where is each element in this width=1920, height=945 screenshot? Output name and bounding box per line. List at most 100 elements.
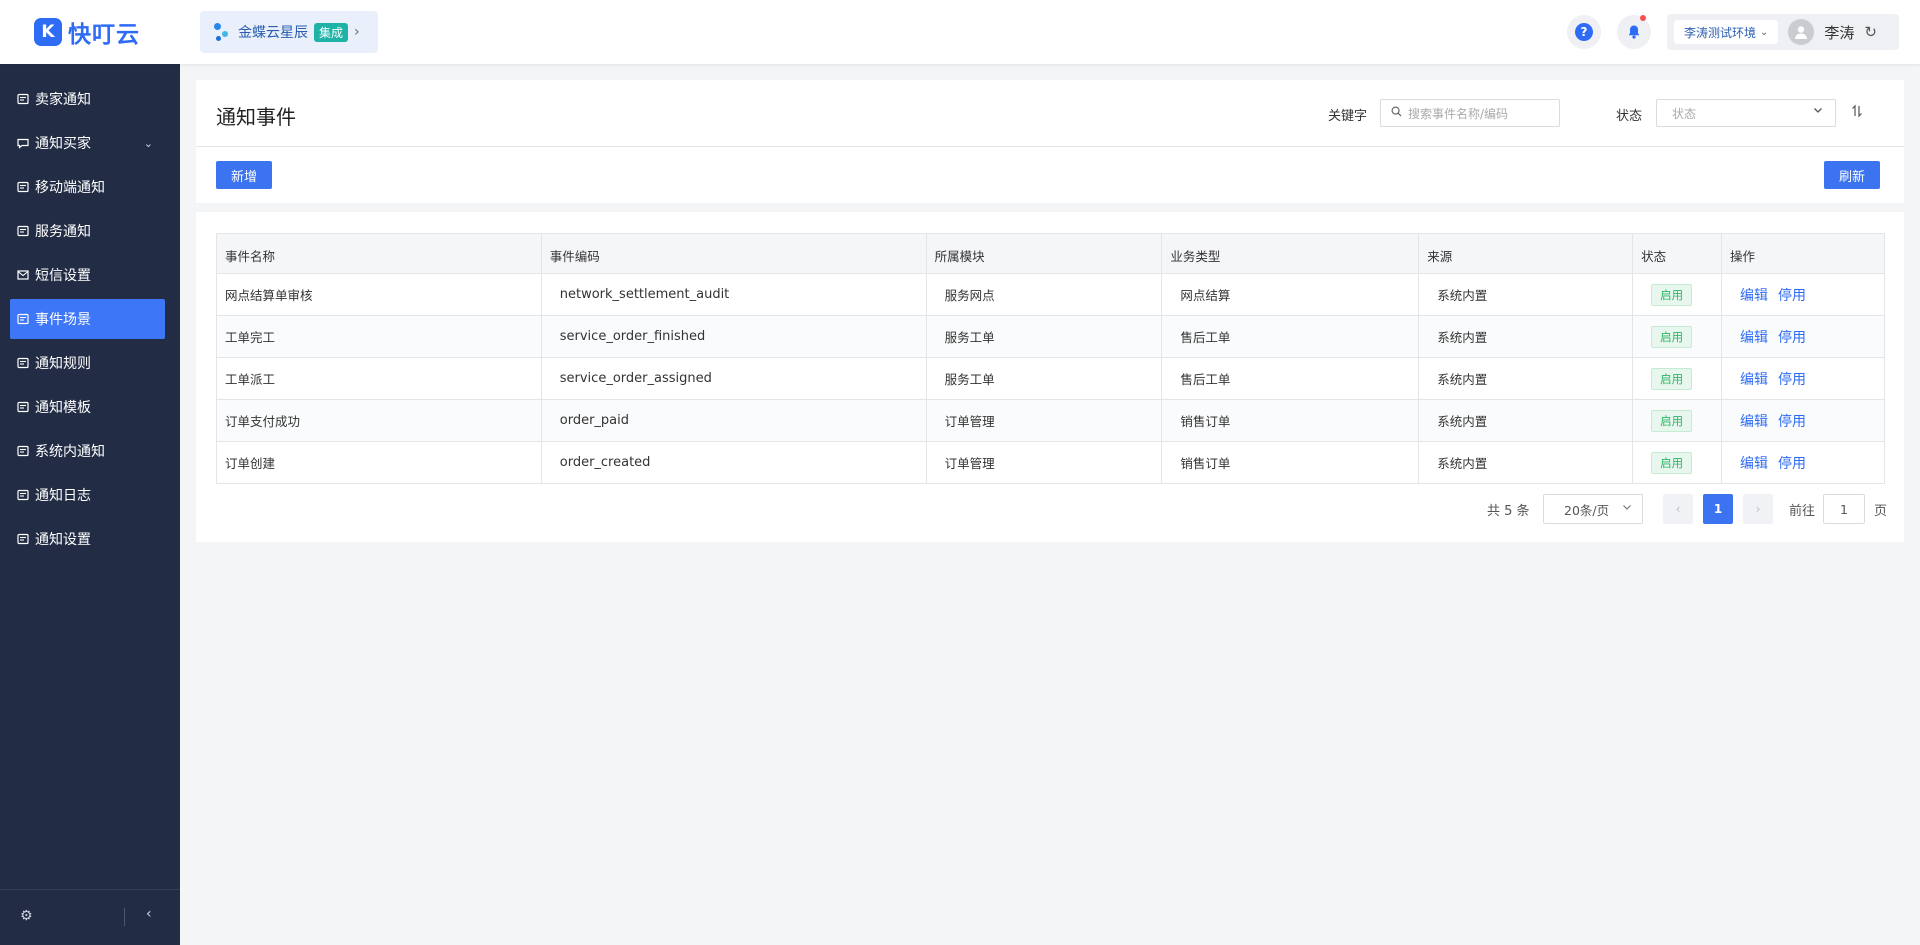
app-badge: 集成 xyxy=(314,22,349,42)
event-code: network_settlement_audit xyxy=(540,273,927,316)
event-name: 订单支付成功 xyxy=(216,399,542,442)
status-cell: 启用 xyxy=(1632,357,1723,400)
disable-link[interactable]: 停用 xyxy=(1778,372,1806,388)
notice-icon xyxy=(16,92,30,106)
notification-button[interactable] xyxy=(1617,15,1651,49)
column-header: 操作 xyxy=(1721,233,1885,274)
event-name: 工单完工 xyxy=(216,315,542,358)
notice-icon xyxy=(16,180,30,194)
environment-select[interactable]: 李涛测试环境 ⌄ xyxy=(1674,20,1779,44)
sidebar-item-label: 通知设置 xyxy=(35,532,91,548)
notice-icon xyxy=(16,532,30,546)
logo[interactable]: K 快叮云 xyxy=(0,0,180,64)
sidebar-item-mobile-notice[interactable]: 移动端通知 xyxy=(10,167,165,207)
avatar[interactable] xyxy=(1788,19,1815,45)
goto-suffix: 页 xyxy=(1874,504,1888,519)
event-name: 工单派工 xyxy=(216,357,542,400)
keyword-label: 关键字 xyxy=(1328,109,1368,124)
sidebar-item-seller-notice[interactable]: 卖家通知 xyxy=(10,79,165,119)
user-area: 李涛测试环境 ⌄ 李涛 ↻ xyxy=(1667,14,1899,50)
next-page-button[interactable]: › xyxy=(1743,494,1773,524)
sidebar-item-label: 通知买家 xyxy=(35,136,91,152)
edit-link[interactable]: 编辑 xyxy=(1740,372,1768,388)
actions-cell: 编辑 停用 xyxy=(1721,273,1885,316)
sidebar-item-notify-buyer[interactable]: 通知买家 ⌄ xyxy=(10,123,165,163)
refresh-icon[interactable]: ↻ xyxy=(1864,23,1877,41)
event-module: 订单管理 xyxy=(925,399,1163,442)
collapse-sidebar-icon[interactable]: ‹ xyxy=(146,906,152,922)
page-size-select[interactable]: 20条/页 xyxy=(1543,494,1643,524)
event-name: 网点结算单审核 xyxy=(216,273,542,316)
sidebar-item-sms-settings[interactable]: 短信设置 xyxy=(10,255,165,295)
event-code: order_paid xyxy=(540,399,927,442)
page-number-button[interactable]: 1 xyxy=(1703,494,1733,524)
goto-page-input[interactable]: 1 xyxy=(1823,494,1865,524)
event-source: 系统内置 xyxy=(1418,315,1634,358)
status-badge: 启用 xyxy=(1651,283,1693,306)
table-row: 工单派工 service_order_assigned 服务工单 售后工单 系统… xyxy=(216,357,1885,400)
column-header: 所属模块 xyxy=(925,233,1163,274)
event-module: 服务工单 xyxy=(925,315,1163,358)
event-source: 系统内置 xyxy=(1418,273,1634,316)
search-input[interactable]: 搜索事件名称/编码 xyxy=(1380,99,1560,127)
chevron-down-icon xyxy=(1622,502,1632,515)
app-switcher[interactable]: 金蝶云星辰 集成 › xyxy=(200,11,378,53)
search-placeholder: 搜索事件名称/编码 xyxy=(1408,106,1509,121)
sidebar-item-notify-log[interactable]: 通知日志 xyxy=(10,475,165,515)
actions-cell: 编辑 停用 xyxy=(1721,399,1885,442)
actions-cell: 编辑 停用 xyxy=(1721,357,1885,400)
event-biz-type: 销售订单 xyxy=(1161,441,1420,484)
status-select[interactable]: 状态 xyxy=(1656,99,1836,127)
notification-dot xyxy=(1640,15,1646,21)
pagination-total: 共 5 条 xyxy=(1487,504,1530,519)
notice-icon xyxy=(16,488,30,502)
table-row: 订单创建 order_created 订单管理 销售订单 系统内置 启用 编辑停… xyxy=(216,441,1885,484)
edit-link[interactable]: 编辑 xyxy=(1740,414,1768,430)
event-biz-type: 销售订单 xyxy=(1161,399,1420,442)
sidebar-item-notify-templates[interactable]: 通知模板 xyxy=(10,387,165,427)
sidebar-item-notify-settings[interactable]: 通知设置 xyxy=(10,519,165,559)
filter-panel: 通知事件 关键字 搜索事件名称/编码 状态 状态 新增 刷新 xyxy=(196,80,1904,203)
notice-icon xyxy=(16,444,30,458)
event-code: service_order_assigned xyxy=(540,357,927,400)
help-button[interactable]: ? xyxy=(1567,15,1601,49)
event-module: 订单管理 xyxy=(925,441,1163,484)
status-badge: 启用 xyxy=(1651,451,1693,474)
user-name[interactable]: 李涛 xyxy=(1824,22,1854,43)
actions-cell: 编辑 停用 xyxy=(1721,315,1885,358)
sidebar-item-service-notice[interactable]: 服务通知 xyxy=(10,211,165,251)
sidebar: 卖家通知 通知买家 ⌄ 移动端通知 服务通知 短信设置 事件场景 通知规则 通知… xyxy=(0,64,180,945)
refresh-button[interactable]: 刷新 xyxy=(1824,161,1881,189)
sidebar-item-in-system-notice[interactable]: 系统内通知 xyxy=(10,431,165,471)
divider xyxy=(124,908,125,926)
sidebar-item-notify-rules[interactable]: 通知规则 xyxy=(10,343,165,383)
event-biz-type: 网点结算 xyxy=(1161,273,1420,316)
status-cell: 启用 xyxy=(1632,441,1723,484)
sidebar-item-label: 卖家通知 xyxy=(35,92,91,108)
table-row: 工单完工 service_order_finished 服务工单 售后工单 系统… xyxy=(216,315,1885,358)
status-filter-label: 状态 xyxy=(1616,109,1643,124)
sidebar-item-label: 短信设置 xyxy=(35,268,91,284)
sort-icon[interactable] xyxy=(1851,104,1863,122)
status-badge: 启用 xyxy=(1651,409,1693,432)
prev-page-button[interactable]: ‹ xyxy=(1663,494,1693,524)
sidebar-item-event-scenes[interactable]: 事件场景 xyxy=(10,299,165,339)
edit-link[interactable]: 编辑 xyxy=(1740,288,1768,304)
notice-icon xyxy=(16,312,30,326)
sidebar-footer: ⚙ ‹ xyxy=(0,889,180,945)
disable-link[interactable]: 停用 xyxy=(1778,288,1806,304)
notice-icon xyxy=(16,356,30,370)
add-button[interactable]: 新增 xyxy=(216,161,273,189)
sidebar-item-label: 服务通知 xyxy=(35,224,91,240)
edit-link[interactable]: 编辑 xyxy=(1740,330,1768,346)
edit-link[interactable]: 编辑 xyxy=(1740,456,1768,472)
events-table: 事件名称 事件编码 所属模块 业务类型 来源 状态 操作 网点结算单审核 net… xyxy=(216,233,1885,484)
brand-name: 快叮云 xyxy=(68,22,140,48)
column-header: 状态 xyxy=(1632,233,1723,274)
sidebar-item-label: 通知规则 xyxy=(35,356,91,372)
gear-icon[interactable]: ⚙ xyxy=(20,908,33,924)
disable-link[interactable]: 停用 xyxy=(1778,414,1806,430)
disable-link[interactable]: 停用 xyxy=(1778,456,1806,472)
help-icon: ? xyxy=(1575,23,1593,41)
disable-link[interactable]: 停用 xyxy=(1778,330,1806,346)
